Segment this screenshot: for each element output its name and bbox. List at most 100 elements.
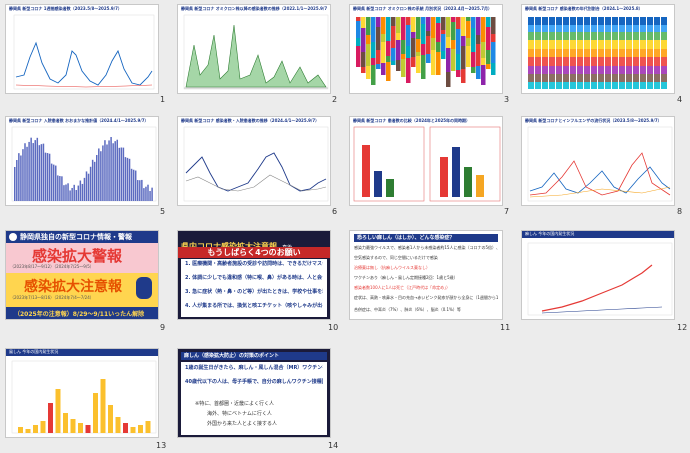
slide-5-bar (40, 144, 43, 201)
slide-13-bar (115, 417, 121, 433)
slide-4-segment (584, 17, 590, 25)
slide-5-bar (42, 143, 45, 201)
slide-4-segment (612, 74, 618, 82)
slide-3-block (411, 32, 416, 38)
slide-4-segment (528, 74, 534, 82)
slide-4-segment (528, 82, 534, 89)
slide-number: 4 (677, 95, 683, 104)
slide-thumb-4[interactable]: 静岡県 新型コロナ 感染者数の年代別割合（2024.1～2025.8） (521, 4, 675, 94)
slide-5-bar (122, 147, 125, 201)
slide-5-bar (112, 143, 114, 201)
slide-5-bar (46, 153, 49, 201)
slide-2-chart (183, 14, 329, 90)
slide-3-block (436, 17, 441, 23)
slide-3-block (421, 44, 426, 55)
slide-thumb-7[interactable]: 静岡県 新型コロナ 患者数の比較（2024年と2025年の同時期） (349, 116, 503, 206)
slide-5-bar (79, 180, 82, 201)
slide-3-block (386, 62, 391, 81)
slide-4-segment (654, 74, 660, 82)
slide-5-bar (87, 173, 90, 201)
list-item: 1. 医療機関・高齢者施設の受診や訪問時は、できるだけマスク着用を！ (185, 261, 323, 267)
slide-4-segment (661, 57, 667, 66)
slide-4-segment (577, 66, 583, 74)
slide-4-segment (605, 40, 611, 49)
slide-4-segment (640, 49, 646, 57)
slide-4-segment (605, 82, 611, 89)
slide-3-block (371, 42, 376, 58)
list-item: ※特に、首都圏・近畿によく行く人 (195, 401, 275, 407)
slide-thumb-12[interactable]: 麻しん 今年の国内発生状況 (521, 230, 675, 320)
slide-4-segment (577, 32, 583, 40)
slide-3-block (486, 17, 491, 27)
list-item: 空気感染するので、同じ空間にいるだけで感染 (354, 255, 438, 260)
slide-4-segment (647, 32, 653, 40)
slide-4-segment (584, 40, 590, 49)
slide-3-block (486, 50, 491, 64)
slide-4-segment (654, 57, 660, 66)
slide-4-segment (605, 49, 611, 57)
slide-4-segment (647, 25, 653, 32)
slide-4-segment (633, 49, 639, 57)
slide-thumb-6[interactable]: 静岡県 新型コロナ 感染者数・入院患者数の推移（2024.4/1～2025.9/… (177, 116, 331, 206)
slide-number: 8 (677, 207, 683, 216)
slide-4-segment (584, 82, 590, 89)
slide-4-segment (640, 40, 646, 49)
slide-13-bar (130, 427, 136, 433)
slide-5-bar (114, 141, 116, 201)
slide-3-block (371, 17, 376, 42)
slide-3-block (401, 54, 406, 59)
slide-thumb-8[interactable]: 静岡県 新型コロナとインフルエンザの流行状況（2023.5/8～2025.9/7… (521, 116, 675, 206)
slide-3-block (376, 17, 381, 27)
slide-3-block (456, 70, 461, 77)
slide-4-segment (528, 57, 534, 66)
slide-4-segment (605, 57, 611, 66)
slide-13-bar (70, 419, 76, 433)
slide-4-segment (647, 74, 653, 82)
slide-thumb-11[interactable]: 恐ろしい麻しん（はしか）、どんな感染症？ 感染力最強ウイルスで、感染者1人から未… (349, 230, 503, 320)
slide-thumb-5[interactable]: 静岡県 新型コロナ 入院患者数 おおまかな推計値（2024.4/1～2025.9… (5, 116, 159, 206)
slide-13-bar (100, 379, 106, 433)
slide-4-segment (570, 57, 576, 66)
slide-4-segment (661, 40, 667, 49)
slide-9-header: 静岡県独自の新型コロナ情報・警報 (6, 231, 158, 243)
slide-3-block (361, 28, 366, 52)
slide-3-block (361, 67, 366, 73)
slide-3-block (456, 17, 461, 29)
slide-4-segment (612, 25, 618, 32)
slide-thumb-1[interactable]: 静岡県 新型コロナ 1週間感染者数（2023.5/8～2025.9/7） (5, 4, 159, 94)
slide-3-block (416, 39, 421, 52)
slide-4-segment (640, 57, 646, 66)
slide-3-block (481, 42, 486, 58)
slide-5-bar (137, 180, 139, 201)
slide-10-header: 県内コロナ感染拡大注意報 直後 (181, 234, 327, 251)
slide-4-segment (556, 57, 562, 66)
slide-6-chart (183, 126, 329, 202)
slide-5-bar (34, 140, 36, 201)
slide-1-chart (13, 14, 155, 90)
slide-4-segment (626, 82, 632, 89)
slide-thumb-10[interactable]: 県内コロナ感染拡大注意報 直後 もうしばらく4つのお願い 1. 医療機関・高齢者… (177, 230, 331, 320)
slide-4-segment (570, 74, 576, 82)
slide-4-segment (633, 17, 639, 25)
slide-thumb-9[interactable]: 静岡県独自の新型コロナ情報・警報 感染拡大警報 （2023年8/17～9/12）… (5, 230, 159, 320)
slide-3-block (466, 21, 471, 38)
slide-4-segment (591, 40, 597, 49)
slide-3-block (411, 57, 416, 67)
slide-4-segment (577, 17, 583, 25)
slide-4-segment (640, 74, 646, 82)
slide-5-bar (100, 151, 102, 201)
slide-thumb-13[interactable]: 風しん 今年の国内発生状況 (5, 348, 159, 438)
slide-4-segment (535, 25, 541, 32)
slide-thumb-3[interactable]: 静岡県 新型コロナ オミクロン株の系統 月別状況（2023.4月～2025.7月… (349, 4, 503, 94)
slide-thumb-14[interactable]: 麻しん（感染拡大防止）の対策のポイント 1歳の誕生日がきたら、麻しん・風しん混合… (177, 348, 331, 438)
slide-number: 12 (677, 323, 688, 332)
slide-4-segment (535, 66, 541, 74)
slide-4-segment (654, 40, 660, 49)
slide-8-chart (527, 126, 673, 202)
slide-5-bar (108, 140, 110, 201)
slide-thumb-2[interactable]: 静岡県 新型コロナ オミクロン株以降の感染者数の推移（2022.1/1～2025… (177, 4, 331, 94)
slide-5-bar (141, 179, 143, 201)
slide-4-segment (549, 57, 555, 66)
slide-3-block (426, 17, 431, 31)
slide-4-segment (570, 25, 576, 32)
